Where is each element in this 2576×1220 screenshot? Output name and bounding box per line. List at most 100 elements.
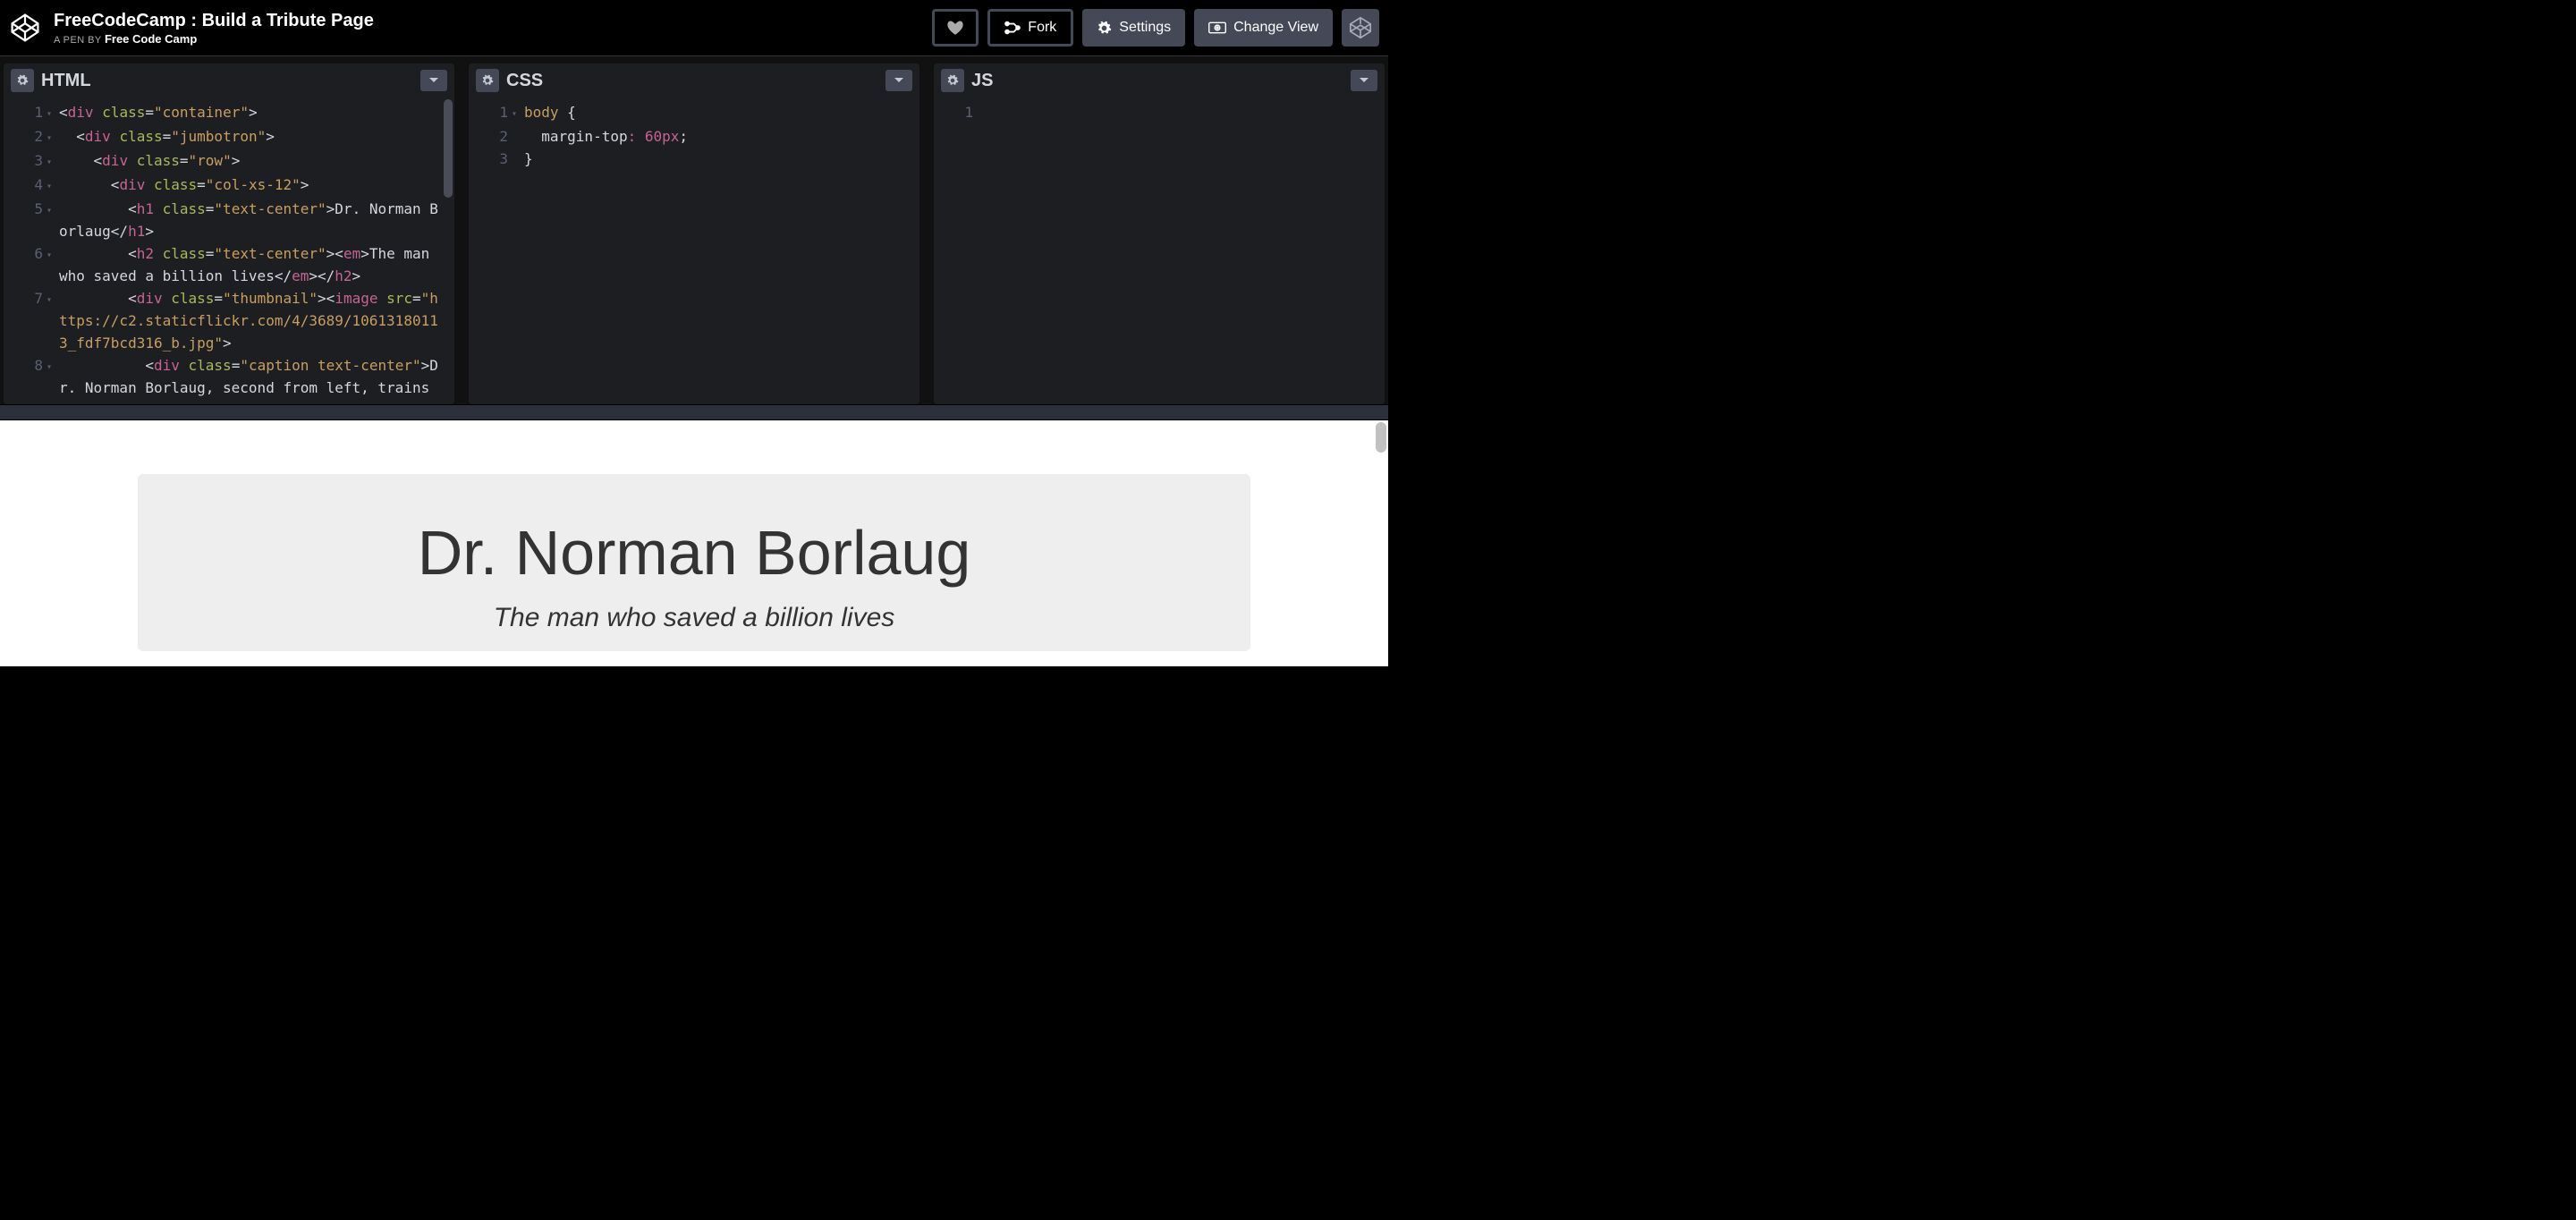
byline-prefix: A PEN BY: [54, 35, 105, 46]
css-collapse-button[interactable]: [886, 70, 912, 91]
css-code-area[interactable]: 1▾body {2 margin-top: 60px;3}: [469, 97, 919, 404]
fork-label: Fork: [1028, 20, 1056, 36]
code-content[interactable]: <h2 class="text-center"><em>The man who …: [59, 242, 454, 287]
fork-button[interactable]: Fork: [987, 9, 1073, 47]
code-content[interactable]: <div class="thumbnail"><image src="https…: [59, 287, 454, 354]
gear-icon: [16, 74, 29, 87]
chevron-down-icon: [428, 77, 439, 84]
fold-toggle[interactable]: ▾: [47, 125, 59, 149]
html-settings-button[interactable]: [11, 69, 34, 92]
code-content[interactable]: <div class="jumbotron">: [59, 125, 454, 149]
fork-icon: [1004, 21, 1021, 35]
code-line[interactable]: 1: [934, 101, 1385, 123]
fold-toggle: [512, 125, 524, 148]
code-line[interactable]: 5▾ <h1 class="text-center">Dr. Norman Bo…: [4, 198, 454, 242]
line-number: 1: [469, 101, 512, 125]
fold-toggle[interactable]: ▾: [47, 242, 59, 287]
code-line[interactable]: 2 margin-top: 60px;: [469, 125, 919, 148]
profile-cube-icon: [1348, 15, 1373, 40]
vertical-resizer[interactable]: [0, 404, 1388, 420]
line-number: 2: [469, 125, 512, 148]
html-editor-pane: HTML 1▾<div class="container">2▾ <div cl…: [4, 64, 454, 404]
fold-toggle[interactable]: ▾: [47, 287, 59, 354]
gear-icon: [946, 74, 959, 87]
code-content[interactable]: <div class="row">: [59, 149, 454, 174]
profile-button[interactable]: [1342, 9, 1379, 47]
html-collapse-button[interactable]: [420, 70, 447, 91]
code-content[interactable]: <h1 class="text-center">Dr. Norman Borla…: [59, 198, 454, 242]
line-number: 3: [4, 149, 47, 174]
chevron-down-icon: [1359, 77, 1369, 84]
line-number: 3: [469, 148, 512, 170]
scrollbar-thumb[interactable]: [444, 99, 453, 198]
line-number: 5: [4, 198, 47, 242]
chevron-down-icon: [894, 77, 904, 84]
css-editor-title: CSS: [506, 71, 886, 91]
fold-toggle[interactable]: ▾: [47, 101, 59, 125]
fold-toggle[interactable]: ▾: [512, 101, 524, 125]
js-editor-pane: JS 1: [934, 64, 1385, 404]
line-number: 7: [4, 287, 47, 354]
code-content[interactable]: <div class="container">: [59, 101, 454, 125]
code-line[interactable]: 4▾ <div class="col-xs-12">: [4, 174, 454, 198]
change-view-button[interactable]: Change View: [1194, 9, 1333, 47]
editors-row: HTML 1▾<div class="container">2▾ <div cl…: [0, 55, 1388, 404]
pen-title[interactable]: FreeCodeCamp : Build a Tribute Page: [54, 11, 932, 31]
line-number: 4: [4, 174, 47, 198]
heart-button[interactable]: [932, 9, 979, 47]
code-content[interactable]: }: [524, 148, 919, 170]
js-collapse-button[interactable]: [1351, 70, 1377, 91]
heart-icon: [947, 21, 963, 35]
js-code-area[interactable]: 1: [934, 97, 1385, 404]
settings-button[interactable]: Settings: [1082, 9, 1185, 47]
html-code-area[interactable]: 1▾<div class="container">2▾ <div class="…: [4, 97, 454, 404]
line-number: 8: [4, 354, 47, 404]
author-link[interactable]: Free Code Camp: [105, 32, 197, 46]
preview-subheading: The man who saved a billion lives: [174, 603, 1215, 633]
code-content[interactable]: [989, 101, 1385, 123]
code-line[interactable]: 2▾ <div class="jumbotron">: [4, 125, 454, 149]
code-content[interactable]: <div class="caption text-center">Dr. Nor…: [59, 354, 454, 404]
code-content[interactable]: margin-top: 60px;: [524, 125, 919, 148]
fold-toggle[interactable]: ▾: [47, 198, 59, 242]
line-number: 1: [934, 101, 977, 123]
code-line[interactable]: 7▾ <div class="thumbnail"><image src="ht…: [4, 287, 454, 354]
code-line[interactable]: 3▾ <div class="row">: [4, 149, 454, 174]
code-line[interactable]: 1▾<div class="container">: [4, 101, 454, 125]
cube-icon: [11, 13, 39, 42]
code-content[interactable]: body {: [524, 101, 919, 125]
code-line[interactable]: 1▾body {: [469, 101, 919, 125]
change-view-label: Change View: [1233, 20, 1318, 36]
css-editor-pane: CSS 1▾body {2 margin-top: 60px;3}: [469, 64, 919, 404]
html-editor-title: HTML: [41, 71, 420, 91]
line-number: 2: [4, 125, 47, 149]
html-editor-header: HTML: [4, 64, 454, 97]
gear-icon: [481, 74, 494, 87]
codepen-logo[interactable]: [9, 12, 41, 44]
js-settings-button[interactable]: [941, 69, 964, 92]
fold-toggle[interactable]: ▾: [47, 174, 59, 198]
settings-label: Settings: [1119, 20, 1171, 36]
code-content[interactable]: <div class="col-xs-12">: [59, 174, 454, 198]
line-number: 1: [4, 101, 47, 125]
title-block: FreeCodeCamp : Build a Tribute Page A PE…: [54, 11, 932, 46]
preview-jumbotron: Dr. Norman Borlaug The man who saved a b…: [138, 474, 1250, 651]
pen-byline: A PEN BY Free Code Camp: [54, 32, 932, 46]
css-settings-button[interactable]: [476, 69, 499, 92]
code-line[interactable]: 8▾ <div class="caption text-center">Dr. …: [4, 354, 454, 404]
fold-toggle: [977, 101, 989, 123]
line-number: 6: [4, 242, 47, 287]
eye-icon: [1208, 21, 1226, 34]
css-editor-header: CSS: [469, 64, 919, 97]
top-header: FreeCodeCamp : Build a Tribute Page A PE…: [0, 0, 1388, 55]
preview-frame[interactable]: Dr. Norman Borlaug The man who saved a b…: [0, 420, 1388, 666]
preview-scrollbar-thumb[interactable]: [1376, 422, 1386, 453]
fold-toggle[interactable]: ▾: [47, 354, 59, 404]
preview-heading: Dr. Norman Borlaug: [174, 517, 1215, 589]
gear-icon: [1097, 21, 1112, 36]
code-line[interactable]: 6▾ <h2 class="text-center"><em>The man w…: [4, 242, 454, 287]
header-actions: Fork Settings Change View: [932, 9, 1379, 47]
js-editor-header: JS: [934, 64, 1385, 97]
code-line[interactable]: 3}: [469, 148, 919, 170]
fold-toggle[interactable]: ▾: [47, 149, 59, 174]
